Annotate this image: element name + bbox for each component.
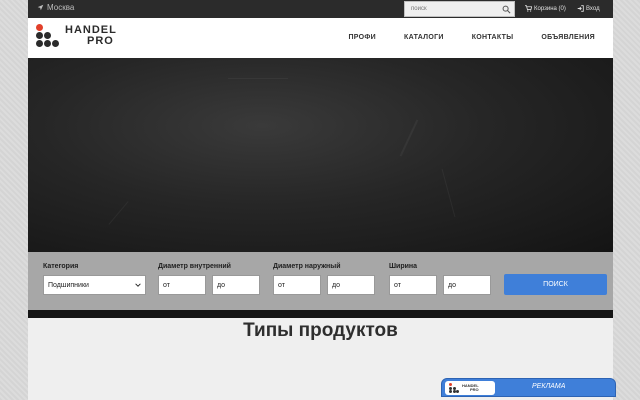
login-link[interactable]: Вход (577, 5, 600, 12)
main-menu: ПРОФИ КАТАЛОГИ КОНТАКТЫ ОБЪЯВЛЕНИЯ (348, 34, 595, 41)
search-icon[interactable] (502, 5, 511, 14)
ad-logo-line2: PRO (470, 387, 479, 392)
site-logo[interactable]: HANDEL PRO (36, 24, 117, 48)
filter-outer-diameter: Диаметр наружный от до (273, 263, 375, 295)
location-arrow-icon (37, 4, 44, 11)
menu-item-ads[interactable]: ОБЪЯВЛЕНИЯ (541, 34, 595, 41)
login-label: Вход (586, 5, 600, 12)
cart-icon (525, 5, 532, 12)
top-bar: Москва Корзина (0) Вход (28, 0, 613, 18)
width-label: Ширина (389, 263, 418, 270)
menu-item-profi[interactable]: ПРОФИ (348, 34, 376, 41)
ad-label: РЕКЛАМА (532, 383, 566, 390)
logo-line2: PRO (87, 35, 114, 47)
chevron-down-icon (135, 283, 141, 287)
logo-dots-icon (36, 24, 60, 48)
site-header: HANDEL PRO ПРОФИ КАТАЛОГИ КОНТАКТЫ ОБЪЯВ… (28, 18, 613, 58)
search-box (404, 1, 515, 17)
search-input[interactable] (405, 6, 501, 12)
logo-text: HANDEL PRO (65, 25, 117, 47)
outer-diameter-label: Диаметр наружный (273, 263, 341, 270)
inner-diameter-label: Диаметр внутренний (158, 263, 231, 270)
city-label: Москва (47, 3, 75, 12)
product-filter-bar: Категория Подшипники Диаметр внутренний … (28, 252, 613, 310)
menu-item-catalogs[interactable]: КАТАЛОГИ (404, 34, 444, 41)
sign-in-icon (577, 5, 584, 12)
inner-diameter-to-input[interactable]: до (212, 275, 260, 295)
category-value: Подшипники (48, 281, 89, 289)
divider-strip (28, 310, 613, 318)
width-to-input[interactable]: до (443, 275, 491, 295)
outer-diameter-from-input[interactable]: от (273, 275, 321, 295)
inner-diameter-from-input[interactable]: от (158, 275, 206, 295)
category-label: Категория (43, 263, 79, 270)
cart-link[interactable]: Корзина (0) (525, 5, 566, 12)
filter-search-button[interactable]: ПОИСК (504, 274, 607, 295)
category-select[interactable]: Подшипники (43, 275, 146, 295)
outer-diameter-to-input[interactable]: до (327, 275, 375, 295)
page-wrapper: Москва Корзина (0) Вход (28, 0, 613, 400)
menu-item-contacts[interactable]: КОНТАКТЫ (472, 34, 514, 41)
filter-inner-diameter: Диаметр внутренний от до (158, 263, 260, 295)
section-title: Типы продуктов (243, 320, 398, 341)
city-selector[interactable]: Москва (37, 3, 74, 12)
logo-dots-icon (449, 383, 459, 393)
page-background-right (612, 0, 640, 400)
page-background-left (0, 0, 28, 400)
width-from-input[interactable]: от (389, 275, 437, 295)
filter-width: Ширина от до (389, 263, 491, 295)
ad-widget[interactable]: HANDEL PRO РЕКЛАМА (441, 378, 616, 397)
filter-category: Категория Подшипники (43, 263, 146, 295)
ad-logo: HANDEL PRO (445, 381, 495, 395)
cart-label: Корзина (0) (534, 5, 566, 12)
hero-banner (28, 58, 613, 252)
